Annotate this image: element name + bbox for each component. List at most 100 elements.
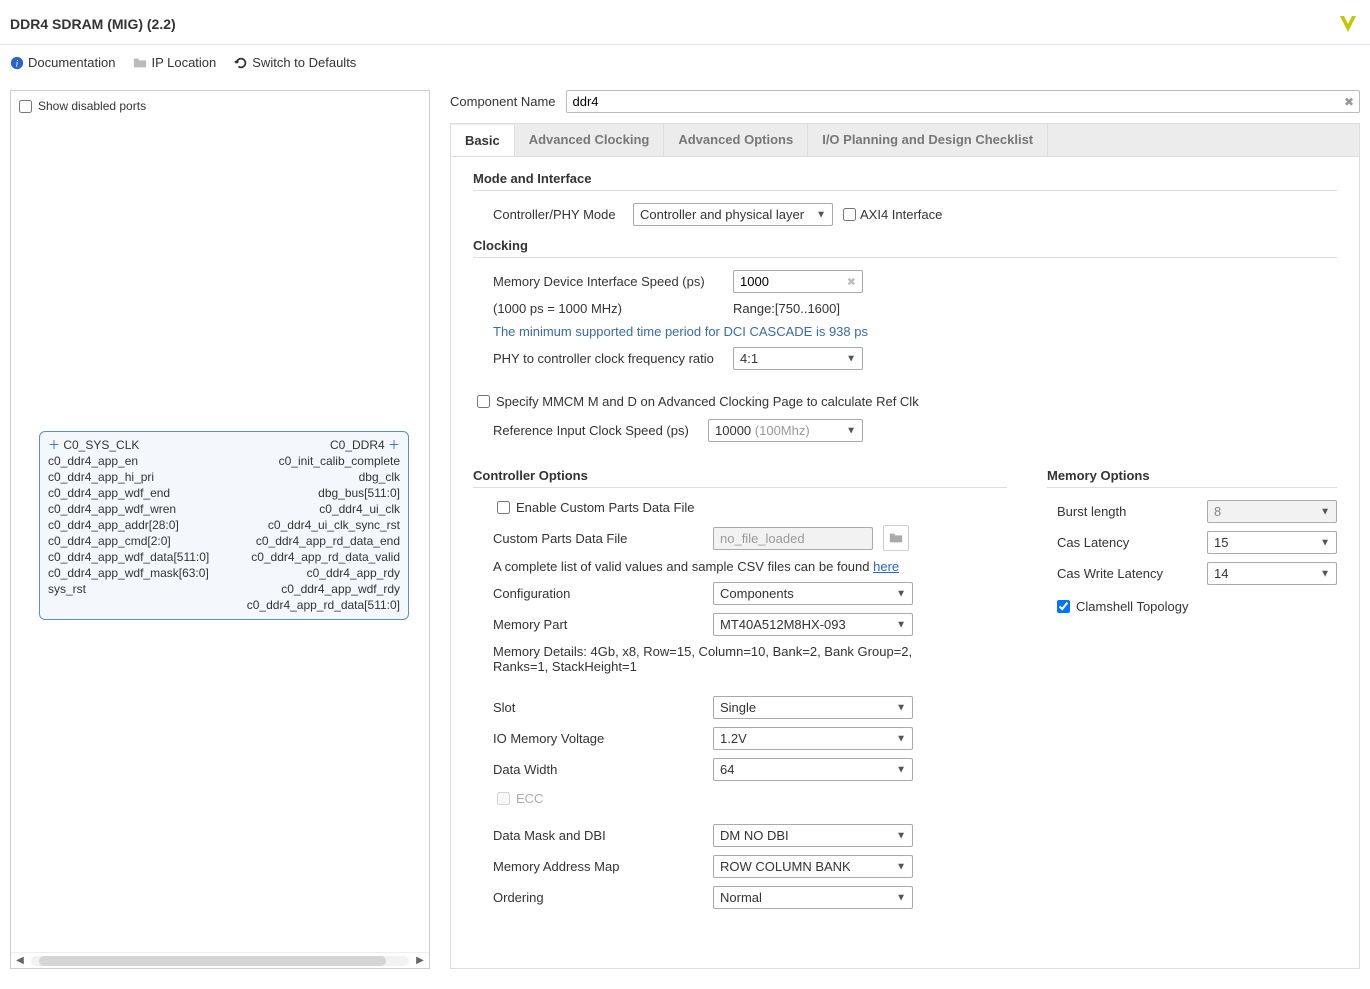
ip-port: c0_ddr4_app_rdy	[307, 566, 400, 581]
memory-details: Memory Details: 4Gb, x8, Row=15, Column=…	[493, 644, 923, 674]
clamshell-checkbox[interactable]	[1057, 600, 1070, 613]
controller-phy-label: Controller/PHY Mode	[493, 207, 623, 222]
ip-output-ports: C0_DDR4 ＋ c0_init_calib_complete dbg_clk…	[247, 438, 400, 613]
phy-ratio-select[interactable]: 4:1 ▼	[733, 347, 863, 370]
controller-phy-value: Controller and physical layer	[640, 207, 804, 222]
ref-clock-value: 10000 (100Mhz)	[715, 423, 810, 438]
svg-text:i: i	[16, 58, 19, 69]
clamshell-label: Clamshell Topology	[1076, 599, 1189, 614]
ip-port: c0_ddr4_app_rd_data_valid	[251, 550, 400, 565]
tab-io-planning[interactable]: I/O Planning and Design Checklist	[808, 124, 1048, 156]
tab-advanced-clocking[interactable]: Advanced Clocking	[515, 124, 665, 156]
ip-port: c0_ddr4_app_wdf_wren	[48, 502, 176, 517]
mmcm-checkbox[interactable]	[477, 395, 490, 408]
scroll-right-icon[interactable]: ▶	[413, 955, 427, 966]
cas-latency-label: Cas Latency	[1057, 535, 1197, 550]
cas-write-latency-select[interactable]: 14▼	[1207, 562, 1337, 585]
custom-file-label: Custom Parts Data File	[493, 531, 703, 546]
ecc-checkbox	[497, 792, 510, 805]
slot-label: Slot	[493, 700, 703, 715]
io-voltage-label: IO Memory Voltage	[493, 731, 703, 746]
ip-location-link[interactable]: IP Location	[133, 55, 216, 70]
addr-map-label: Memory Address Map	[493, 859, 703, 874]
component-name-input[interactable]	[566, 90, 1361, 113]
custom-parts-checkbox[interactable]	[497, 501, 510, 514]
tab-basic[interactable]: Basic	[451, 125, 515, 157]
axi4-checkbox[interactable]	[843, 208, 856, 221]
phy-ratio-value: 4:1	[740, 351, 758, 366]
switch-defaults-label: Switch to Defaults	[252, 55, 356, 70]
vivado-logo-icon	[1336, 12, 1360, 36]
section-clocking: Clocking	[473, 238, 1337, 258]
dci-cascade-note: The minimum supported time period for DC…	[493, 324, 1337, 339]
dmdbi-value: DM NO DBI	[720, 828, 789, 843]
ip-interface-in: ＋ C0_SYS_CLK	[48, 438, 139, 453]
chevron-down-icon: ▼	[896, 861, 906, 872]
ip-port: sys_rst	[48, 582, 86, 597]
mem-speed-range: Range:[750..1600]	[733, 301, 840, 316]
addr-map-select[interactable]: ROW COLUMN BANK▼	[713, 855, 913, 878]
mem-speed-input[interactable]	[740, 274, 840, 289]
data-width-select[interactable]: 64▼	[713, 758, 913, 781]
documentation-link[interactable]: i Documentation	[10, 55, 115, 70]
burst-length-select: 8▼	[1207, 500, 1337, 523]
configuration-select[interactable]: Components▼	[713, 582, 913, 605]
ip-port: c0_ddr4_ui_clk_sync_rst	[268, 518, 400, 533]
scrollbar-track[interactable]	[31, 956, 409, 966]
tab-bar: Basic Advanced Clocking Advanced Options…	[450, 123, 1360, 156]
ordering-select[interactable]: Normal ▼	[713, 886, 913, 909]
csv-here-link[interactable]: here	[873, 559, 899, 574]
show-disabled-ports-checkbox[interactable]	[19, 100, 32, 113]
chevron-down-icon: ▼	[1320, 506, 1330, 517]
ip-port: c0_ddr4_app_addr[28:0]	[48, 518, 179, 533]
dmdbi-select[interactable]: DM NO DBI▼	[713, 824, 913, 847]
chevron-down-icon: ▼	[896, 892, 906, 903]
burst-length-label: Burst length	[1057, 504, 1197, 519]
io-voltage-select[interactable]: 1.2V ▼	[713, 727, 913, 750]
io-voltage-value: 1.2V	[720, 731, 747, 746]
tab-content: Mode and Interface Controller/PHY Mode C…	[450, 156, 1360, 969]
scroll-left-icon[interactable]: ◀	[13, 955, 27, 966]
controller-phy-select[interactable]: Controller and physical layer ▼	[633, 203, 833, 226]
ip-block[interactable]: ＋ C0_SYS_CLK c0_ddr4_app_en c0_ddr4_app_…	[39, 431, 409, 620]
custom-parts-label: Enable Custom Parts Data File	[516, 500, 694, 515]
ip-port: c0_ddr4_app_rd_data[511:0]	[247, 598, 400, 613]
slot-select[interactable]: Single▼	[713, 696, 913, 719]
mem-speed-input-wrapper: ✖	[733, 270, 863, 293]
ip-port: c0_ddr4_app_rd_data_end	[256, 534, 400, 549]
documentation-label: Documentation	[28, 55, 115, 70]
dmdbi-label: Data Mask and DBI	[493, 828, 703, 843]
clear-icon[interactable]: ✖	[847, 275, 856, 288]
chevron-down-icon: ▼	[896, 733, 906, 744]
component-name-label: Component Name	[450, 94, 556, 109]
ref-clock-label: Reference Input Clock Speed (ps)	[493, 423, 698, 438]
section-controller-options: Controller Options	[473, 468, 1007, 488]
slot-value: Single	[720, 700, 756, 715]
ordering-value: Normal	[720, 890, 762, 905]
ref-clock-select[interactable]: 10000 (100Mhz) ▼	[708, 419, 863, 442]
horizontal-scrollbar[interactable]: ◀ ▶	[11, 952, 429, 968]
browse-file-button[interactable]	[883, 525, 909, 551]
csv-note: A complete list of valid values and samp…	[493, 559, 873, 574]
switch-defaults-link[interactable]: Switch to Defaults	[234, 55, 356, 70]
ecc-label: ECC	[516, 791, 543, 806]
ordering-label: Ordering	[493, 890, 703, 905]
ip-port: c0_init_calib_complete	[279, 454, 400, 469]
clear-icon[interactable]: ✖	[1344, 95, 1354, 109]
folder-icon	[133, 56, 147, 70]
folder-icon	[889, 531, 903, 545]
ip-port: c0_ddr4_ui_clk	[319, 502, 400, 517]
memory-part-select[interactable]: MT40A512M8HX-093▼	[713, 613, 913, 636]
configuration-label: Configuration	[493, 586, 703, 601]
memory-part-label: Memory Part	[493, 617, 703, 632]
cas-write-latency-label: Cas Write Latency	[1057, 566, 1197, 581]
scrollbar-thumb[interactable]	[39, 956, 387, 966]
custom-file-input	[720, 531, 850, 546]
cas-latency-value: 15	[1214, 535, 1228, 550]
chevron-down-icon: ▼	[846, 353, 856, 364]
cas-latency-select[interactable]: 15▼	[1207, 531, 1337, 554]
page-title: DDR4 SDRAM (MIG) (2.2)	[10, 16, 176, 32]
tab-advanced-options[interactable]: Advanced Options	[664, 124, 808, 156]
ip-location-label: IP Location	[151, 55, 216, 70]
show-disabled-ports-label: Show disabled ports	[38, 99, 146, 113]
